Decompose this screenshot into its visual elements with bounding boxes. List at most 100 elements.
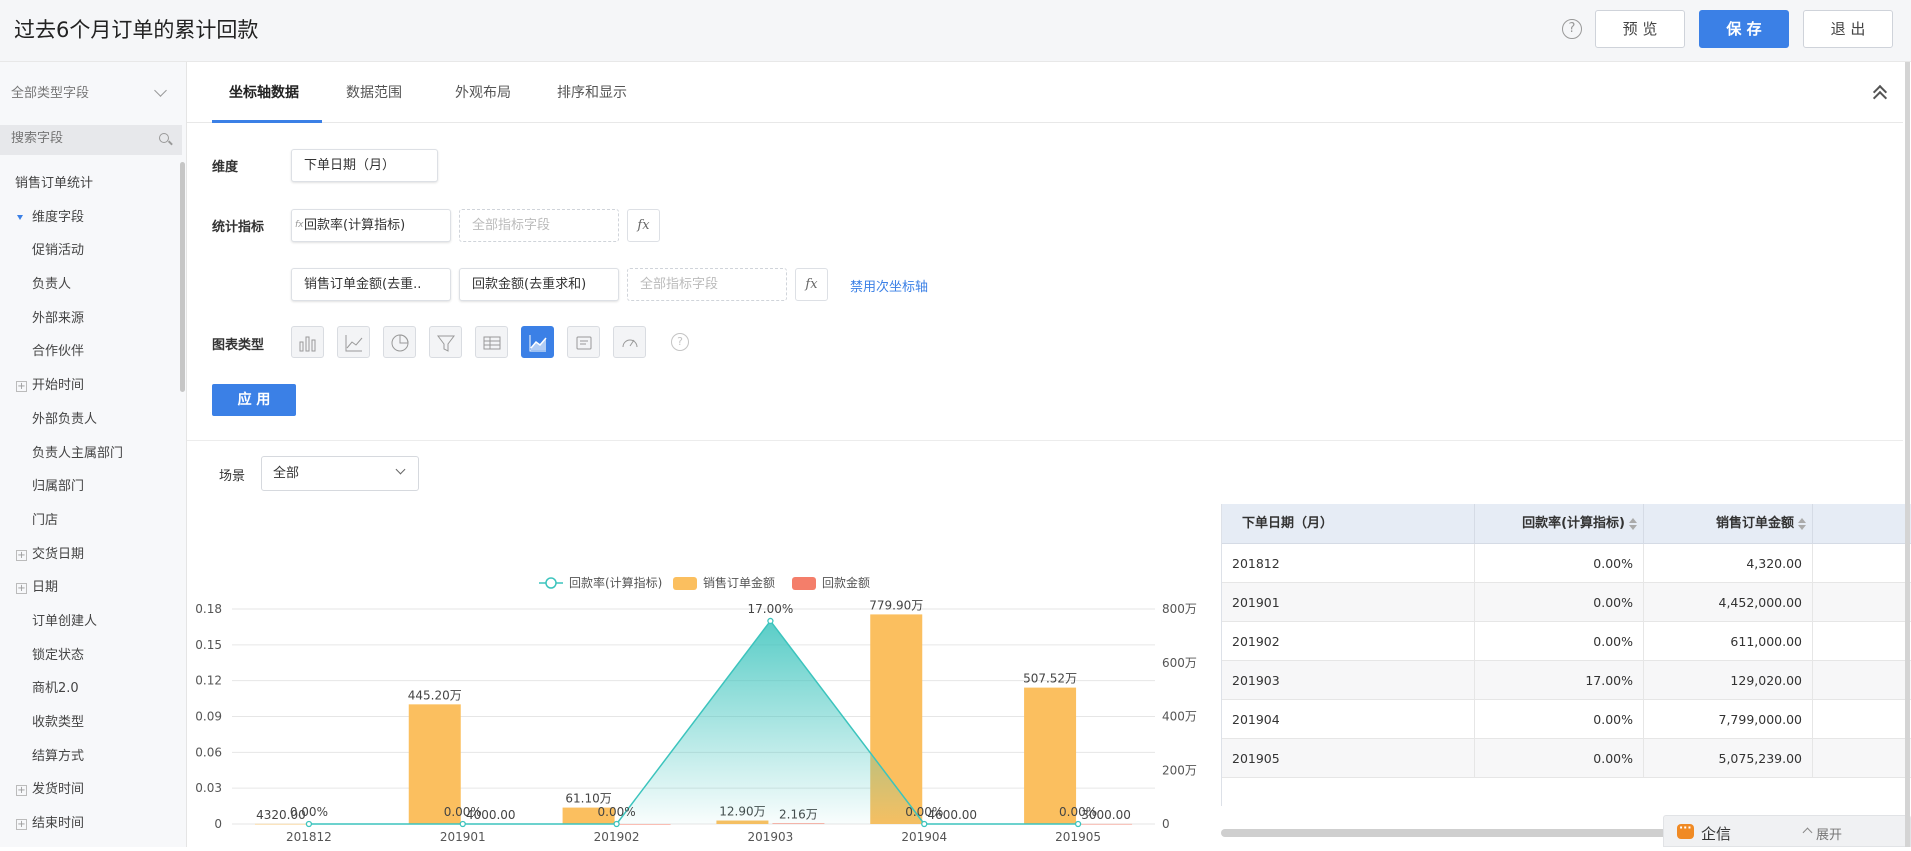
sort-icon[interactable] xyxy=(1798,517,1806,530)
expand-plus-icon[interactable]: + xyxy=(16,381,27,393)
sidebar-item[interactable]: 促销活动 xyxy=(0,234,180,268)
table-cell xyxy=(1813,622,1911,661)
disable-secondary-axis-link[interactable]: 禁用次坐标轴 xyxy=(850,276,928,295)
sidebar-item[interactable]: 锁定状态 xyxy=(0,639,180,673)
preview-button[interactable]: 预 览 xyxy=(1595,10,1685,48)
metric-label: 统计指标 xyxy=(212,220,265,235)
sidebar-item-label: 销售订单统计 xyxy=(15,176,94,191)
table-cell: 0.00% xyxy=(1475,622,1644,661)
pie-chart-icon[interactable] xyxy=(383,326,416,358)
line-point xyxy=(921,820,928,828)
help-icon[interactable]: ? xyxy=(1562,19,1582,39)
table-row[interactable]: 201905 0.00% 5,075,239.00 xyxy=(1222,739,1911,778)
search-icon[interactable] xyxy=(159,133,169,143)
table-row[interactable]: 201904 0.00% 7,799,000.00 xyxy=(1222,700,1911,739)
chart-svg: 0 0.03 0.06 0.09 0.12 0.15 0.18 0 200万 400万 600万 80… xyxy=(195,575,1197,844)
table-row[interactable]: 201901 0.00% 4,452,000.00 xyxy=(1222,583,1911,622)
apply-button[interactable]: 应 用 xyxy=(212,384,296,416)
sidebar-item[interactable]: 结算方式 xyxy=(0,740,180,774)
sort-icon[interactable] xyxy=(1629,517,1637,530)
table-cell: 4,320.00 xyxy=(1644,544,1813,583)
data-label: 779.90万 xyxy=(869,598,923,612)
line-chart-icon[interactable] xyxy=(337,326,370,358)
qixin-expand[interactable]: 展开 xyxy=(1816,824,1842,843)
bar-order-amount xyxy=(254,823,307,825)
sidebar-item-label: 负责人主属部门 xyxy=(32,445,124,461)
collapse-up-icon[interactable] xyxy=(1872,84,1886,98)
sidebar-item[interactable]: + 开始时间 xyxy=(0,369,180,403)
column-header-order-amount[interactable]: 销售订单金额 xyxy=(1644,504,1813,544)
sidebar-item[interactable]: 订单创建人 xyxy=(0,605,180,639)
sidebar-item[interactable]: + 发货时间 xyxy=(0,773,180,807)
table-cell xyxy=(1813,544,1911,583)
sidebar-item[interactable]: 归属部门 xyxy=(0,470,180,504)
page-scrollbar[interactable] xyxy=(1905,62,1910,847)
column-header-rate[interactable]: 回款率(计算指标) xyxy=(1475,504,1644,544)
sidebar-item[interactable]: 外部来源 xyxy=(0,302,180,336)
table-row[interactable]: 201902 0.00% 611,000.00 xyxy=(1222,622,1911,661)
sidebar-item[interactable]: 外部负责人 xyxy=(0,403,180,437)
table-row[interactable]: 20190317.00%129,020.002 xyxy=(1222,661,1911,700)
expand-plus-icon[interactable]: + xyxy=(16,549,27,561)
sidebar-scrollbar[interactable] xyxy=(180,162,185,392)
table-horizontal-scrollbar[interactable] xyxy=(1221,829,1721,837)
chart-type-help-icon[interactable]: ? xyxy=(671,333,689,351)
sidebar-item[interactable]: 维度字段 xyxy=(0,201,180,235)
dimension-field[interactable]: 下单日期（月） xyxy=(291,149,438,182)
expand-plus-icon[interactable]: + xyxy=(16,785,27,797)
field-search-input[interactable] xyxy=(11,131,151,146)
column-header-date[interactable]: 下单日期（月） xyxy=(1222,504,1475,544)
sidebar-item[interactable]: 商机2.0 xyxy=(0,672,180,706)
expand-plus-icon[interactable]: + xyxy=(16,583,27,595)
sidebar-item[interactable]: 收款类型 xyxy=(0,706,180,740)
data-label: 61.10万 xyxy=(565,792,611,806)
fx-formula-button[interactable]: fx xyxy=(627,209,660,242)
gauge-chart-icon[interactable] xyxy=(613,326,646,358)
tab-sort-display[interactable]: 排序和显示 xyxy=(557,82,627,102)
sidebar-item[interactable]: 负责人主属部门 xyxy=(0,437,180,471)
table-cell xyxy=(1813,583,1911,622)
table-chart-icon[interactable] xyxy=(475,326,508,358)
sidebar-item[interactable]: 销售订单统计 xyxy=(0,167,180,201)
sidebar-item[interactable]: + 交货日期 xyxy=(0,538,180,572)
table-cell: 2 xyxy=(1813,661,1911,700)
sidebar-item[interactable]: 合作伙伴 xyxy=(0,335,180,369)
qixin-panel[interactable]: 企信 展开 xyxy=(1663,815,1911,847)
bar-chart-icon[interactable] xyxy=(291,326,324,358)
funnel-chart-icon[interactable] xyxy=(429,326,462,358)
sidebar-item[interactable]: 门店 xyxy=(0,504,180,538)
table-cell: 201901 xyxy=(1222,583,1475,622)
expand-plus-icon[interactable]: + xyxy=(16,819,27,831)
table-row[interactable]: 201812 0.00% 4,320.00 xyxy=(1222,544,1911,583)
sidebar-item[interactable]: + 日期 xyxy=(0,571,180,605)
y-right-tick-label: 800万 xyxy=(1162,602,1197,616)
metric-secondary-field-1[interactable]: 销售订单金额(去重.. xyxy=(291,268,451,301)
metric-primary-field[interactable]: fx 回款率(计算指标) xyxy=(291,209,451,242)
expand-triangle-icon[interactable] xyxy=(17,214,23,220)
combo-chart-icon[interactable] xyxy=(521,326,554,358)
tab-axis-data[interactable]: 坐标轴数据 xyxy=(229,82,299,102)
chat-icon xyxy=(1677,821,1694,839)
table-cell: 0.00% xyxy=(1475,544,1644,583)
x-tick-label: 201903 xyxy=(748,830,794,844)
card-chart-icon[interactable] xyxy=(567,326,600,358)
fx-formula-button-secondary[interactable]: fx xyxy=(795,268,828,301)
sidebar-item[interactable]: 负责人 xyxy=(0,268,180,302)
sidebar-item-label: 发货时间 xyxy=(32,782,85,798)
sidebar-item[interactable]: + 结束时间 xyxy=(0,807,180,841)
table-cell: 5,075,239.00 xyxy=(1644,739,1813,778)
line-point xyxy=(613,820,620,828)
metric-secondary-placeholder[interactable]: 全部指标字段 xyxy=(627,268,787,301)
scene-select[interactable]: 全部 xyxy=(261,456,419,491)
sidebar-item-label: 合作伙伴 xyxy=(32,344,85,360)
tab-data-range[interactable]: 数据范围 xyxy=(346,82,402,102)
column-header-payment[interactable]: 回 xyxy=(1813,504,1911,544)
metric-placeholder-field[interactable]: 全部指标字段 xyxy=(459,209,619,242)
save-button[interactable]: 保 存 xyxy=(1699,10,1789,48)
metric-secondary-field-2[interactable]: 回款金额(去重求和) xyxy=(459,268,619,301)
field-list: 销售订单统计维度字段 促销活动 负责人 外部来源合作伙伴 + 开始时间 外部负责人负责人主属… xyxy=(0,167,180,841)
line-point xyxy=(459,820,466,828)
sidebar-item-label: 结算方式 xyxy=(32,748,85,764)
exit-button[interactable]: 退 出 xyxy=(1803,10,1893,48)
tab-appearance[interactable]: 外观布局 xyxy=(455,82,511,102)
